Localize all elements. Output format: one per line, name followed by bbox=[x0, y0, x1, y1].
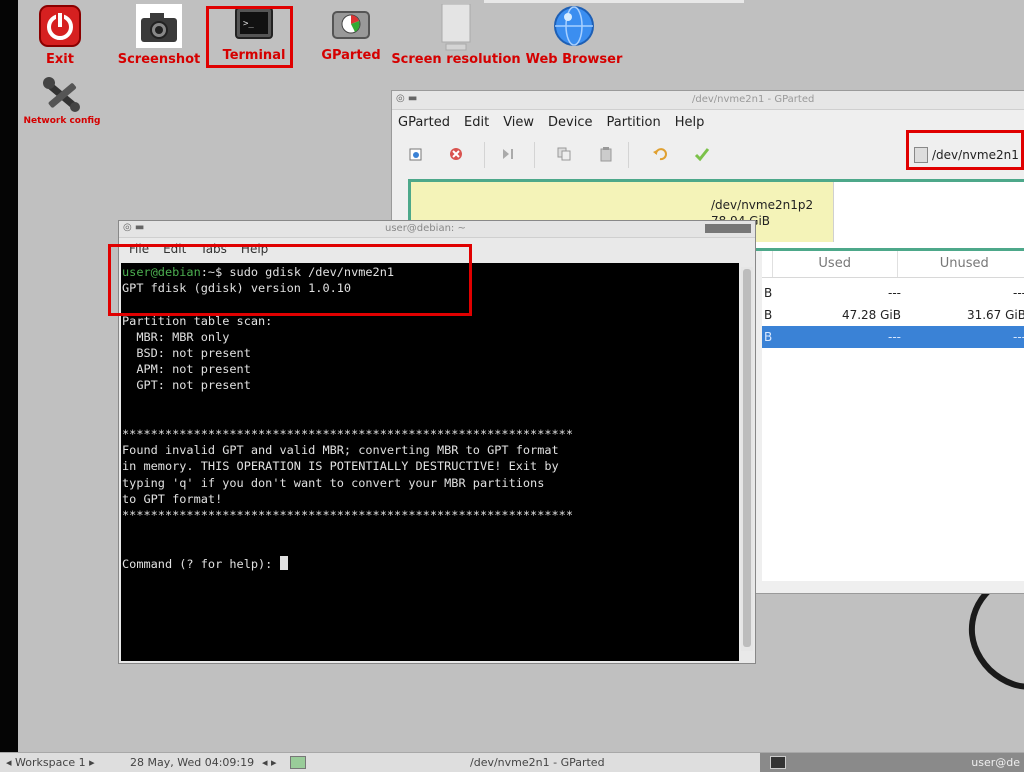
terminal-scrollbar[interactable] bbox=[741, 267, 753, 651]
window-controls[interactable] bbox=[705, 224, 751, 233]
apply-icon[interactable] bbox=[694, 146, 710, 162]
terminal-titlebar[interactable]: ◎ ▬ user@debian: ~ bbox=[119, 221, 755, 238]
gparted-launcher[interactable]: GParted bbox=[318, 4, 384, 63]
device-selector[interactable]: /dev/nvme2n1 bbox=[914, 142, 1024, 168]
left-edge-strip bbox=[0, 0, 18, 752]
gparted-toolbar: /dev/nvme2n1 bbox=[392, 134, 1024, 178]
tray-app-icon[interactable] bbox=[290, 756, 306, 769]
terminal-icon: >_ bbox=[234, 4, 274, 44]
terminal-window[interactable]: ◎ ▬ user@debian: ~ File Edit Tabs Help u… bbox=[118, 220, 756, 664]
terminal-output[interactable]: user@debian:~$ sudo gdisk /dev/nvme2n1 G… bbox=[121, 263, 739, 661]
header-used[interactable]: Used bbox=[773, 251, 898, 277]
menu-gparted[interactable]: GParted bbox=[398, 115, 450, 130]
terminal-launcher[interactable]: >_ Terminal bbox=[214, 4, 294, 63]
terminal-scrollbar-thumb[interactable] bbox=[743, 269, 751, 647]
toolbar-separator bbox=[484, 142, 485, 168]
workspace-switcher[interactable]: ◂ Workspace 1 ▸ bbox=[6, 756, 95, 769]
web-browser-launcher[interactable]: Web Browser bbox=[522, 4, 626, 67]
svg-text:>_: >_ bbox=[243, 19, 254, 29]
table-row-selected[interactable]: B --- --- bbox=[762, 326, 1024, 348]
toolbar-separator bbox=[534, 142, 535, 168]
disk-small-icon bbox=[914, 147, 928, 163]
menu-edit[interactable]: Edit bbox=[464, 115, 489, 130]
term-menu-tabs[interactable]: Tabs bbox=[200, 242, 227, 256]
cell-size-fragment: B bbox=[762, 286, 782, 300]
taskbar: ◂ Workspace 1 ▸ 28 May, Wed 04:09:19 ◂ ▸… bbox=[0, 752, 1024, 772]
clock: 28 May, Wed 04:09:19 bbox=[130, 756, 254, 769]
monitor-icon bbox=[436, 4, 476, 48]
paste-icon[interactable] bbox=[598, 146, 614, 162]
prompt-user: user@debian bbox=[122, 265, 201, 279]
header-unused[interactable]: Unused bbox=[898, 251, 1024, 277]
gparted-label: GParted bbox=[318, 48, 384, 63]
gparted-title: /dev/nvme2n1 - GParted bbox=[692, 94, 814, 105]
undo-icon[interactable] bbox=[652, 146, 668, 162]
partition-table-header: Used Unused bbox=[762, 251, 1024, 278]
terminal-output-text: GPT fdisk (gdisk) version 1.0.10 Partiti… bbox=[122, 281, 573, 570]
delete-partition-icon[interactable] bbox=[448, 146, 464, 162]
disk-icon bbox=[329, 4, 373, 44]
copy-icon[interactable] bbox=[556, 146, 572, 162]
terminal-menubar: File Edit Tabs Help bbox=[119, 238, 755, 260]
camera-icon bbox=[136, 4, 182, 48]
partition-table: Used Unused B --- --- B 47.28 GiB 31.67 … bbox=[762, 251, 1024, 581]
cell-size-fragment: B bbox=[762, 308, 782, 322]
menu-partition[interactable]: Partition bbox=[607, 115, 661, 130]
header-spacer bbox=[762, 251, 773, 277]
cell-size-fragment: B bbox=[762, 330, 782, 344]
taskbar-terminal-label: user@de bbox=[971, 756, 1020, 769]
tray-arrows-icon[interactable]: ◂ ▸ bbox=[262, 756, 277, 769]
cell-used: --- bbox=[782, 286, 907, 300]
menu-device[interactable]: Device bbox=[548, 115, 592, 130]
table-row[interactable]: B 47.28 GiB 31.67 GiB bbox=[762, 304, 1024, 326]
toolbar-separator bbox=[628, 142, 629, 168]
taskbar-gparted-task[interactable]: /dev/nvme2n1 - GParted bbox=[470, 756, 605, 769]
web-browser-label: Web Browser bbox=[522, 52, 626, 67]
menu-view[interactable]: View bbox=[503, 115, 534, 130]
screenshot-label: Screenshot bbox=[116, 52, 202, 67]
text-cursor bbox=[280, 556, 288, 570]
terminal-label: Terminal bbox=[214, 48, 294, 63]
exit-label: Exit bbox=[32, 52, 88, 67]
partition-graph-name: /dev/nvme2n1p2 bbox=[711, 198, 813, 212]
cell-unused: 31.67 GiB bbox=[907, 308, 1024, 322]
new-partition-icon[interactable] bbox=[408, 146, 424, 162]
table-row[interactable]: B --- --- bbox=[762, 282, 1024, 304]
network-config-label: Network config bbox=[20, 116, 104, 126]
exit-launcher[interactable]: Exit bbox=[32, 4, 88, 67]
cell-unused: --- bbox=[907, 330, 1024, 344]
cell-used: --- bbox=[782, 330, 907, 344]
cell-used: 47.28 GiB bbox=[782, 308, 907, 322]
screen-resolution-launcher[interactable]: Screen resolution bbox=[388, 4, 524, 67]
menu-help[interactable]: Help bbox=[675, 115, 705, 130]
tools-icon bbox=[40, 76, 84, 114]
device-selector-value: /dev/nvme2n1 bbox=[932, 148, 1019, 162]
network-config-launcher[interactable]: Network config bbox=[20, 76, 104, 126]
gparted-titlebar[interactable]: ◎ ▬ /dev/nvme2n1 - GParted bbox=[392, 91, 1024, 110]
globe-icon bbox=[552, 4, 596, 48]
power-icon bbox=[38, 4, 82, 48]
term-menu-help[interactable]: Help bbox=[241, 242, 268, 256]
debian-swirl-decoration bbox=[960, 580, 1024, 700]
window-menu-icon[interactable]: ◎ ▬ bbox=[396, 93, 417, 104]
prompt-command: :~$ sudo gdisk /dev/nvme2n1 bbox=[201, 265, 394, 279]
terminal-title: user@debian: ~ bbox=[385, 223, 466, 234]
gparted-menubar: GParted Edit View Device Partition Help bbox=[392, 110, 1024, 134]
term-menu-file[interactable]: File bbox=[129, 242, 149, 256]
screen-resolution-label: Screen resolution bbox=[388, 52, 524, 67]
resize-move-icon[interactable] bbox=[500, 146, 516, 162]
cell-unused: --- bbox=[907, 286, 1024, 300]
window-menu-icon[interactable]: ◎ ▬ bbox=[123, 222, 144, 233]
screenshot-launcher[interactable]: Screenshot bbox=[116, 4, 202, 67]
top-edge-window-fragment bbox=[484, 0, 744, 3]
terminal-task-icon bbox=[770, 756, 786, 769]
taskbar-terminal-task[interactable]: user@de bbox=[760, 753, 1024, 772]
term-menu-edit[interactable]: Edit bbox=[163, 242, 186, 256]
